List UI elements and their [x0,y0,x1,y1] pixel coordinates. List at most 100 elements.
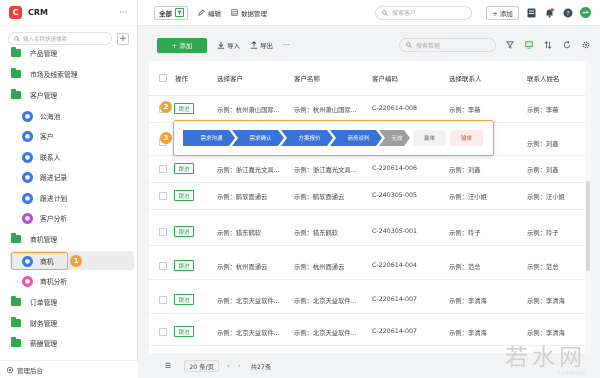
follow-button[interactable]: 跟进 [174,226,194,237]
table-cell: C-220614-008 [372,105,417,112]
follow-button[interactable]: 跟进 [174,103,194,114]
document-icon[interactable] [526,7,537,18]
sidebar-item-follow-plan[interactable]: ● 跟进计划 [0,190,67,206]
table-header: 操作 选择客户 客户名称 客户编码 选择联系人 联系人姓名 [149,61,591,96]
table-cell: 示例：猎东鹤软 [217,230,262,237]
column-header[interactable]: 选择联系人 [449,73,482,83]
global-search-input[interactable]: 搜索客户 [375,5,472,20]
table-cell: C-240305-001 [372,228,417,235]
sidebar-search-input[interactable]: 输入名称快速搜索 [8,32,112,45]
stage-demand-confirmed[interactable]: 需求确认 [232,130,284,146]
table-row[interactable]: 跟进 示例：杭州萧山国际... 示例：杭州萧山国际... C-220614-00… [149,96,591,123]
row-checkbox[interactable] [159,228,167,236]
sidebar-item-order-management[interactable]: 订单管理 [0,294,57,310]
table-row[interactable]: 跟进 示例：杭州面通云 示例：杭州面通云 C-220614-004 示例：范总 … [149,253,591,280]
user-circle-icon: ● [22,130,33,142]
table-cell: 示例：玲子 [527,230,559,237]
sidebar-add-button[interactable]: + [117,32,129,45]
sidebar-item-customer[interactable]: ● 客户 [0,128,54,144]
sidebar-item-public-pool[interactable]: ● 公海池 [0,108,60,124]
export-button[interactable]: 导出 [250,40,273,50]
table-row[interactable]: 跟进 示例：鹤软面通云 示例：鹤软面通云 C-240305-005 示例：汪小姐… [149,183,591,210]
select-all-checkbox[interactable] [159,74,167,82]
follow-button[interactable]: 跟进 [174,326,194,337]
table-scrollbar[interactable] [585,61,591,353]
export-label: 导出 [260,42,273,50]
stage-demand-communication[interactable]: 需求沟通 [183,130,235,146]
data-search-input[interactable]: 搜索数据 [399,38,496,52]
stage-invalid[interactable]: 无效 [379,130,410,146]
settings-icon[interactable] [581,40,591,50]
user-avatar[interactable] [580,7,591,18]
table-cell: 示例：汪小姐 [449,194,487,201]
top-add-button[interactable]: + 添加 [486,5,519,20]
column-header[interactable]: 操作 [175,73,188,83]
table-cell: C-220614-007 [372,328,417,335]
view-select[interactable]: 全部 ▼ [154,5,188,20]
user-circle-icon: ● [22,110,33,122]
column-header[interactable]: 客户编码 [372,73,398,83]
row-checkbox[interactable] [159,165,167,173]
table-cell: 示例：李清海 [449,330,487,337]
folder-icon [11,317,21,327]
follow-button[interactable]: 跟进 [174,163,194,174]
refresh-icon[interactable] [562,40,572,50]
prev-page-button[interactable]: ‹ [227,362,230,370]
row-checkbox[interactable] [159,296,167,304]
chart-circle-icon: ● [22,212,33,224]
stage-negotiation[interactable]: 商务谈判 [330,130,382,146]
sidebar-item-finance-management[interactable]: 财务管理 [0,315,57,331]
column-header[interactable]: 客户名称 [294,73,320,83]
stage-won[interactable]: 赢单 [413,130,446,146]
data-manage-button[interactable]: 数据管理 [231,8,267,18]
sidebar-item-product-management[interactable]: 产品管理 [0,45,57,61]
sidebar-item-label: 跟进计划 [40,195,68,203]
more-options-icon[interactable]: ··· [283,41,289,49]
notification-bell-icon[interactable] [544,7,555,18]
stage-quotation[interactable]: 方案报价 [281,130,333,146]
row-checkbox[interactable] [159,328,167,336]
table-cell: 示例：玲子 [449,230,481,237]
scrollbar-thumb[interactable] [586,181,590,271]
help-icon[interactable]: ? [562,7,573,18]
column-header[interactable]: 联系人姓名 [527,73,560,83]
table-cell: C-220614-004 [372,262,417,269]
data-search-placeholder: 搜索数据 [416,42,441,50]
table-cell: 示例：李清海 [527,330,565,337]
board-view-icon[interactable] [524,40,534,50]
sidebar-item-follow-records[interactable]: ● 跟进记录 [0,169,67,185]
admin-console-link[interactable]: 管理后台 [0,360,138,378]
sidebar-item-customer-analysis[interactable]: ● 客户分析 [0,210,67,226]
sidebar-item-opportunity-management[interactable]: 商机管理 [0,231,57,247]
sidebar-item-contacts[interactable]: ● 联系人 [0,149,60,165]
edit-button[interactable]: 编辑 [198,8,221,18]
top-bar: 全部 ▼ 编辑 数据管理 搜索客户 + 添加 ? [138,0,600,26]
table-row[interactable]: 跟进 示例：猎东鹤软 示例：猎东鹤软 C-240305-001 示例：玲子 示例… [149,219,591,246]
more-menu-icon[interactable]: ··· [119,8,127,17]
page-size-select[interactable]: 20 条/页 [184,360,220,372]
filter-icon[interactable] [505,40,515,50]
list-icon[interactable]: ☰ [165,362,171,370]
import-button[interactable]: 导入 [217,40,240,50]
row-checkbox[interactable] [159,262,167,270]
row-checkbox[interactable] [159,192,167,200]
add-record-button[interactable]: + 添加 [157,37,207,53]
sidebar-item-market-leads[interactable]: 市场及线索管理 [0,66,78,82]
folder-icon [11,68,21,78]
column-header[interactable]: 选择客户 [217,73,243,83]
sort-icon[interactable] [543,40,553,50]
sidebar-item-salary-management[interactable]: 薪酬管理 [0,335,57,351]
sidebar-item-opportunity-analysis[interactable]: ● 商机分析 [0,273,67,289]
stage-lost[interactable]: 输单 [450,130,483,146]
follow-button[interactable]: 跟进 [174,294,194,305]
table-row[interactable]: 跟进 示例：北京天益软件... 示例：北京天益软件... C-220614-00… [149,287,591,314]
next-page-button[interactable]: › [238,362,241,370]
database-icon [231,9,238,16]
table-cell: C-220614-006 [372,165,417,172]
table-row[interactable]: 跟进 示例：浙江嘉光文具... 示例：浙江嘉光文具... C-220614-00… [149,156,591,183]
sidebar-item-customer-management[interactable]: 客户管理 [0,87,57,103]
sidebar-item-label: 市场及线索管理 [30,71,78,79]
follow-button[interactable]: 跟进 [174,260,194,271]
follow-button[interactable]: 跟进 [174,190,194,201]
table-cell: 示例：浙江嘉光文具... [294,167,357,174]
